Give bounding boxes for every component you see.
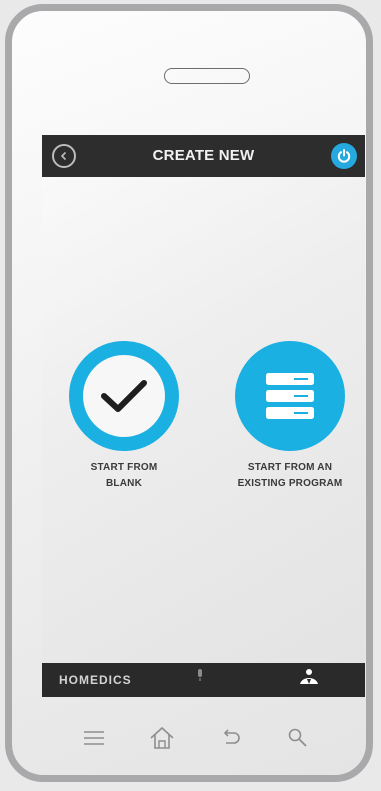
checkmark-badge (83, 355, 165, 437)
hardware-nav-bar (12, 716, 380, 764)
menu-button[interactable] (78, 722, 110, 754)
list-icon (266, 373, 314, 419)
massage-user-icon (300, 669, 318, 684)
home-button[interactable] (146, 722, 178, 754)
power-button[interactable] (331, 143, 357, 169)
start-from-existing-label: START FROM AN EXISTING PROGRAM (237, 462, 343, 489)
start-from-blank-label: START FROM BLANK (90, 462, 158, 489)
start-from-blank-option[interactable]: START FROM BLANK (64, 341, 184, 492)
phone-frame: CREATE NEW START FROM BLANK START FROM A… (5, 4, 373, 782)
top-bar: CREATE NEW (42, 135, 365, 177)
tab-massage[interactable] (264, 663, 354, 697)
search-icon (288, 728, 307, 747)
search-button[interactable] (282, 722, 314, 754)
start-from-existing-button[interactable] (235, 341, 345, 451)
app-screen: CREATE NEW START FROM BLANK START FROM A… (42, 135, 365, 697)
menu-icon (84, 731, 104, 745)
back-nav-button[interactable] (215, 722, 247, 754)
speaker-grille (164, 68, 250, 84)
power-icon (337, 149, 351, 163)
microphone-icon (198, 669, 202, 681)
tab-voice[interactable] (150, 663, 250, 697)
brand-logo: HOMEDICS (59, 673, 132, 687)
home-icon (150, 726, 174, 749)
start-from-blank-button[interactable] (69, 341, 179, 451)
back-arrow-icon (223, 729, 240, 744)
checkmark-icon (101, 380, 147, 412)
bottom-bar: HOMEDICS (42, 663, 365, 697)
start-from-existing-option[interactable]: START FROM AN EXISTING PROGRAM (228, 341, 352, 492)
page-title: CREATE NEW (152, 147, 255, 164)
